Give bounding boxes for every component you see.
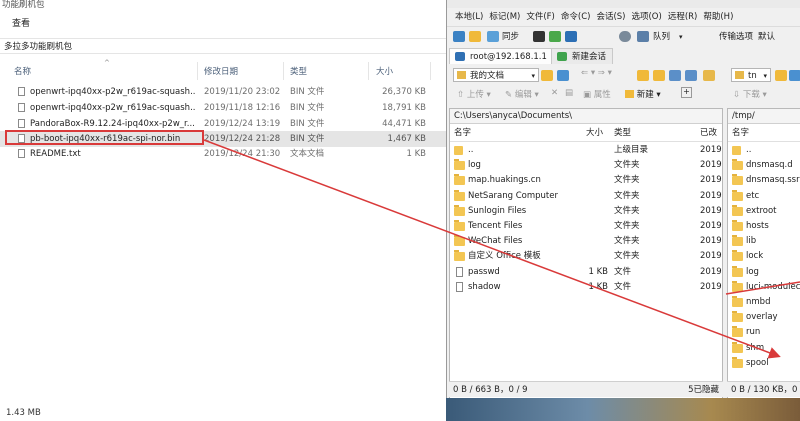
annotation-arrows bbox=[203, 139, 800, 359]
arrow-to-remote bbox=[203, 139, 781, 359]
arrow-secondary bbox=[725, 281, 800, 295]
